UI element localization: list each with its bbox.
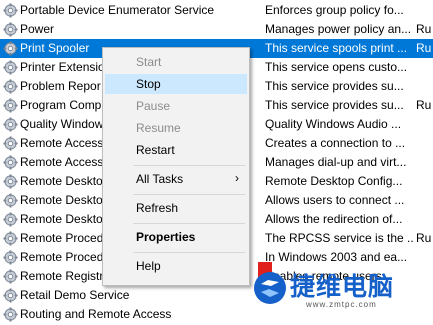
- service-name: Power: [20, 22, 55, 36]
- service-status: Ru: [416, 231, 432, 245]
- service-description: The RPCSS service is the ...: [265, 231, 413, 245]
- gear-icon: [3, 117, 18, 132]
- service-row[interactable]: Power Manages power policy an... Ru: [0, 20, 433, 39]
- gear-icon: [3, 136, 18, 151]
- gear-icon: [3, 212, 18, 227]
- service-name: Portable Device Enumerator Service: [20, 3, 215, 17]
- service-description: Enforces group policy fo...: [265, 3, 404, 17]
- menu-item-stop-label: Stop: [136, 77, 161, 91]
- menu-item-properties-label: Properties: [136, 230, 196, 244]
- watermark-logo-icon: [254, 272, 286, 304]
- menu-separator: [133, 165, 245, 166]
- gear-icon: [3, 41, 18, 56]
- chevron-right-icon: ›: [235, 171, 239, 185]
- menu-item-pause-label: Pause: [136, 99, 171, 113]
- gear-icon: [3, 155, 18, 170]
- menu-item-refresh-label: Refresh: [136, 201, 179, 215]
- gear-icon: [3, 193, 18, 208]
- menu-item-properties[interactable]: Properties: [105, 227, 247, 247]
- watermark-url: www.zmtpc.com: [306, 300, 377, 309]
- service-description: This service spools print ...: [265, 41, 408, 55]
- menu-item-refresh[interactable]: Refresh: [105, 198, 247, 218]
- service-description: Manages dial-up and virt...: [265, 155, 407, 169]
- service-description: Allows users to connect ...: [265, 193, 405, 207]
- service-description: Remote Desktop Config...: [265, 174, 403, 188]
- gear-icon: [3, 98, 18, 113]
- service-name: Retail Demo Service: [20, 288, 130, 302]
- menu-item-all-tasks-label: All Tasks: [136, 172, 184, 186]
- gear-icon: [3, 174, 18, 189]
- service-status: Ru: [416, 22, 432, 36]
- service-status: Ru: [416, 41, 432, 55]
- service-row[interactable]: Portable Device Enumerator Service Enforc…: [0, 1, 433, 20]
- context-menu: Start Stop Pause Resume Restart All Task…: [102, 47, 250, 286]
- gear-icon: [3, 307, 18, 322]
- menu-item-restart[interactable]: Restart: [105, 140, 247, 160]
- menu-item-pause: Pause: [105, 96, 247, 116]
- service-status: Ru: [416, 98, 432, 112]
- menu-item-restart-label: Restart: [136, 143, 175, 157]
- menu-item-help[interactable]: Help: [105, 256, 247, 276]
- service-description: Manages power policy an...: [265, 22, 412, 36]
- gear-icon: [3, 79, 18, 94]
- gear-icon: [3, 288, 18, 303]
- menu-separator: [133, 194, 245, 195]
- menu-item-resume-label: Resume: [136, 121, 181, 135]
- service-description: This service provides su...: [265, 79, 404, 93]
- gear-icon: [3, 3, 18, 18]
- menu-item-resume: Resume: [105, 118, 247, 138]
- watermark-text: 捷维电脑: [290, 273, 395, 301]
- menu-separator: [133, 252, 245, 253]
- menu-item-all-tasks[interactable]: All Tasks ›: [105, 169, 247, 189]
- service-name: Routing and Remote Access: [20, 307, 172, 321]
- gear-icon: [3, 231, 18, 246]
- watermark: 捷维电脑 www.zmtpc.com: [250, 262, 433, 313]
- service-description: This service provides su...: [265, 98, 404, 112]
- gear-icon: [3, 250, 18, 265]
- gear-icon: [3, 269, 18, 284]
- service-description: Quality Windows Audio ...: [265, 117, 402, 131]
- menu-item-stop[interactable]: Stop: [105, 74, 247, 94]
- menu-separator: [133, 223, 245, 224]
- menu-item-help-label: Help: [136, 259, 161, 273]
- gear-icon: [3, 22, 18, 37]
- service-description: Creates a connection to ...: [265, 136, 406, 150]
- service-description: This service opens custo...: [265, 60, 408, 74]
- menu-item-start-label: Start: [136, 55, 162, 69]
- gear-icon: [3, 60, 18, 75]
- menu-item-start: Start: [105, 52, 247, 72]
- service-description: Allows the redirection of...: [265, 212, 403, 226]
